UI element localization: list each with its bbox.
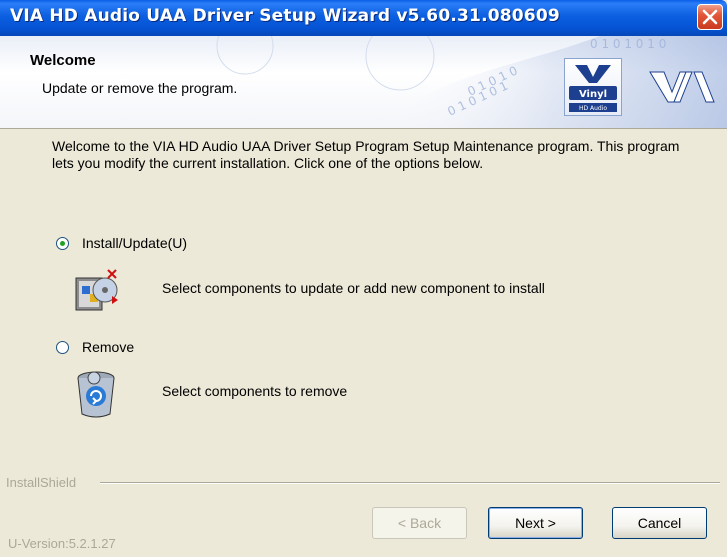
remove-label[interactable]: Remove [82, 339, 134, 355]
remove-radio[interactable] [56, 341, 69, 354]
setup-wizard-window: VIA HD Audio UAA Driver Setup Wizard v5.… [0, 0, 727, 557]
close-button[interactable] [697, 4, 723, 30]
back-button[interactable]: < Back [372, 507, 467, 539]
next-button[interactable]: Next > [488, 507, 583, 539]
version-label: U-Version:5.2.1.27 [8, 536, 116, 551]
via-logo [646, 58, 718, 116]
page-title: Welcome [30, 52, 96, 69]
svg-text:Vinyl: Vinyl [579, 89, 607, 100]
close-icon [702, 9, 718, 25]
install-update-icon [72, 266, 122, 321]
installshield-brand: InstallShield [6, 475, 83, 490]
vinyl-logo: Vinyl HD Audio [564, 58, 622, 116]
install-update-description: Select components to update or add new c… [162, 280, 545, 296]
intro-text: Welcome to the VIA HD Audio UAA Driver S… [52, 138, 680, 171]
title-bar[interactable]: VIA HD Audio UAA Driver Setup Wizard v5.… [0, 0, 727, 36]
remove-icon [74, 368, 118, 425]
page-subtitle: Update or remove the program. [42, 80, 238, 96]
cancel-button[interactable]: Cancel [612, 507, 707, 539]
header-banner: 0 1 0 1 0 1 0 1 0 1 0 0 1 0 1 0 1 0 Welc… [0, 36, 727, 129]
install-update-radio[interactable] [56, 237, 69, 250]
install-update-label[interactable]: Install/Update(U) [82, 235, 187, 251]
svg-text:HD Audio: HD Audio [579, 105, 607, 112]
window-title: VIA HD Audio UAA Driver Setup Wizard v5.… [10, 6, 560, 26]
remove-description: Select components to remove [162, 383, 348, 399]
svg-text:0 1 0 1 0 1 0: 0 1 0 1 0 1 0 [590, 37, 666, 51]
